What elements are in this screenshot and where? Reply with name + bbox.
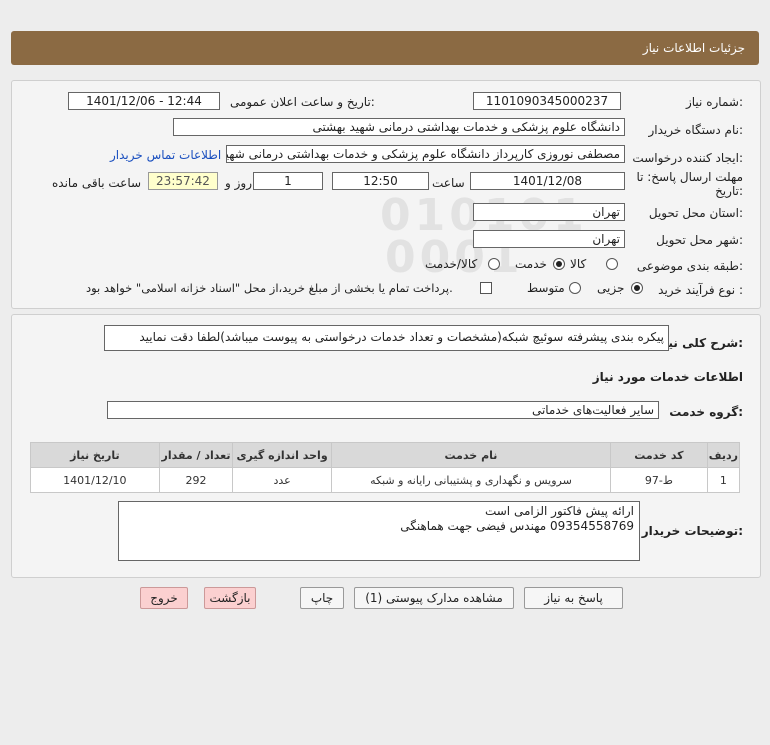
province-label: استان محل تحویل: xyxy=(648,206,743,220)
process-radio-minor[interactable] xyxy=(631,282,643,294)
category-option-goods-service: کالا/خدمت xyxy=(425,257,478,271)
print-button[interactable]: چاپ xyxy=(300,587,344,609)
buyer-org-label: نام دستگاه خریدار: xyxy=(648,123,744,137)
buyer-org-field: دانشگاه علوم پزشکی و خدمات بهداشتی درمان… xyxy=(173,118,625,136)
col-quantity: تعداد / مقدار xyxy=(158,442,234,468)
buyer-notes-label: توضیحات خریدار: xyxy=(641,524,743,538)
reply-button[interactable]: پاسخ به نیاز xyxy=(524,587,623,609)
process-radio-medium[interactable] xyxy=(569,282,581,294)
page-title: جزئیات اطلاعات نیاز xyxy=(642,41,745,55)
city-field: تهران xyxy=(473,230,625,248)
announce-date-field: 1401/12/06 - 12:44 xyxy=(68,92,220,110)
deadline-label-date: تاریخ: xyxy=(715,184,743,198)
category-option-service: خدمت xyxy=(515,257,547,271)
deadline-time-label: ساعت xyxy=(432,176,465,190)
category-option-goods: کالا xyxy=(570,257,587,271)
cell-need-date: 1401/12/10 xyxy=(30,467,160,493)
process-option-medium: متوسط xyxy=(527,281,565,295)
announce-date-label: تاریخ و ساعت اعلان عمومی: xyxy=(230,95,375,109)
need-number-label: شماره نیاز: xyxy=(685,95,743,109)
treasury-payment-note: پرداخت تمام یا بخشی از مبلغ خرید،از محل … xyxy=(86,281,453,295)
col-row-number: ردیف xyxy=(706,442,741,468)
service-group-label: گروه خدمت: xyxy=(669,405,743,419)
cell-quantity: 292 xyxy=(158,467,234,493)
process-type-label: نوع فرآیند خرید : xyxy=(658,283,743,297)
table-row: 1 ط-97 سرویس و نگهداری و پشتیبانی رایانه… xyxy=(30,467,741,493)
city-label: شهر محل تحویل: xyxy=(656,233,743,247)
summary-label: شرح کلی نیاز: xyxy=(657,336,743,350)
creator-label: ایجاد کننده درخواست: xyxy=(632,151,743,165)
exit-button[interactable]: خروج xyxy=(140,587,188,609)
buyer-notes-box: ارائه پیش فاکتور الزامی است 09354558769 … xyxy=(118,501,640,561)
category-radio-service[interactable] xyxy=(553,258,565,270)
summary-field: پیکره بندی پیشرفته سوئیچ شبکه(مشخصات و ت… xyxy=(104,325,669,351)
col-service-name: نام خدمت xyxy=(330,442,612,468)
treasury-payment-checkbox[interactable] xyxy=(480,282,492,294)
need-info-panel xyxy=(11,80,761,309)
category-radio-goods-service[interactable] xyxy=(488,258,500,270)
table-header-row: ردیف کد خدمت نام خدمت واحد اندازه گیری ت… xyxy=(30,442,741,468)
days-label: روز و xyxy=(225,176,252,190)
service-group-field: سایر فعالیت‌های خدماتی xyxy=(107,401,659,419)
back-button[interactable]: بازگشت xyxy=(204,587,256,609)
cell-service-name: سرویس و نگهداری و پشتیبانی رایانه و شبکه xyxy=(330,467,612,493)
category-label: طبقه بندی موضوعی: xyxy=(636,259,743,273)
deadline-date-field: 1401/12/08 xyxy=(470,172,625,190)
deadline-label: مهلت ارسال پاسخ: تا xyxy=(636,170,743,184)
col-service-code: کد خدمت xyxy=(610,442,708,468)
deadline-time-field: 12:50 xyxy=(332,172,429,190)
creator-field: مصطفی نوروزی کارپرداز دانشگاه علوم پزشکی… xyxy=(226,145,625,163)
buyer-notes-line: ارائه پیش فاکتور الزامی است xyxy=(484,504,634,518)
remaining-days-field: 1 xyxy=(253,172,323,190)
buyer-notes-line: 09354558769 مهندس فیضی جهت هماهنگی xyxy=(400,519,634,533)
col-unit: واحد اندازه گیری xyxy=(232,442,332,468)
services-heading: اطلاعات خدمات مورد نیاز xyxy=(592,370,743,384)
cell-service-code: ط-97 xyxy=(610,467,708,493)
col-need-date: تاریخ نیاز xyxy=(30,442,160,468)
process-option-minor: جزیی xyxy=(597,281,625,295)
cell-unit: عدد xyxy=(232,467,332,493)
services-table: ردیف کد خدمت نام خدمت واحد اندازه گیری ت… xyxy=(30,442,741,493)
remaining-label: ساعت باقی مانده xyxy=(52,176,142,190)
view-attachments-button[interactable]: مشاهده مدارک پیوستی (1) xyxy=(354,587,514,609)
category-radio-goods[interactable] xyxy=(606,258,618,270)
province-field: تهران xyxy=(473,203,625,221)
cell-row-number: 1 xyxy=(706,467,741,493)
need-number-field: 1101090345000237 xyxy=(473,92,621,110)
buyer-contact-link[interactable]: اطلاعات تماس خریدار xyxy=(110,148,221,162)
remaining-time-display: 23:57:42 xyxy=(148,172,218,190)
page-header: جزئیات اطلاعات نیاز xyxy=(11,31,759,65)
